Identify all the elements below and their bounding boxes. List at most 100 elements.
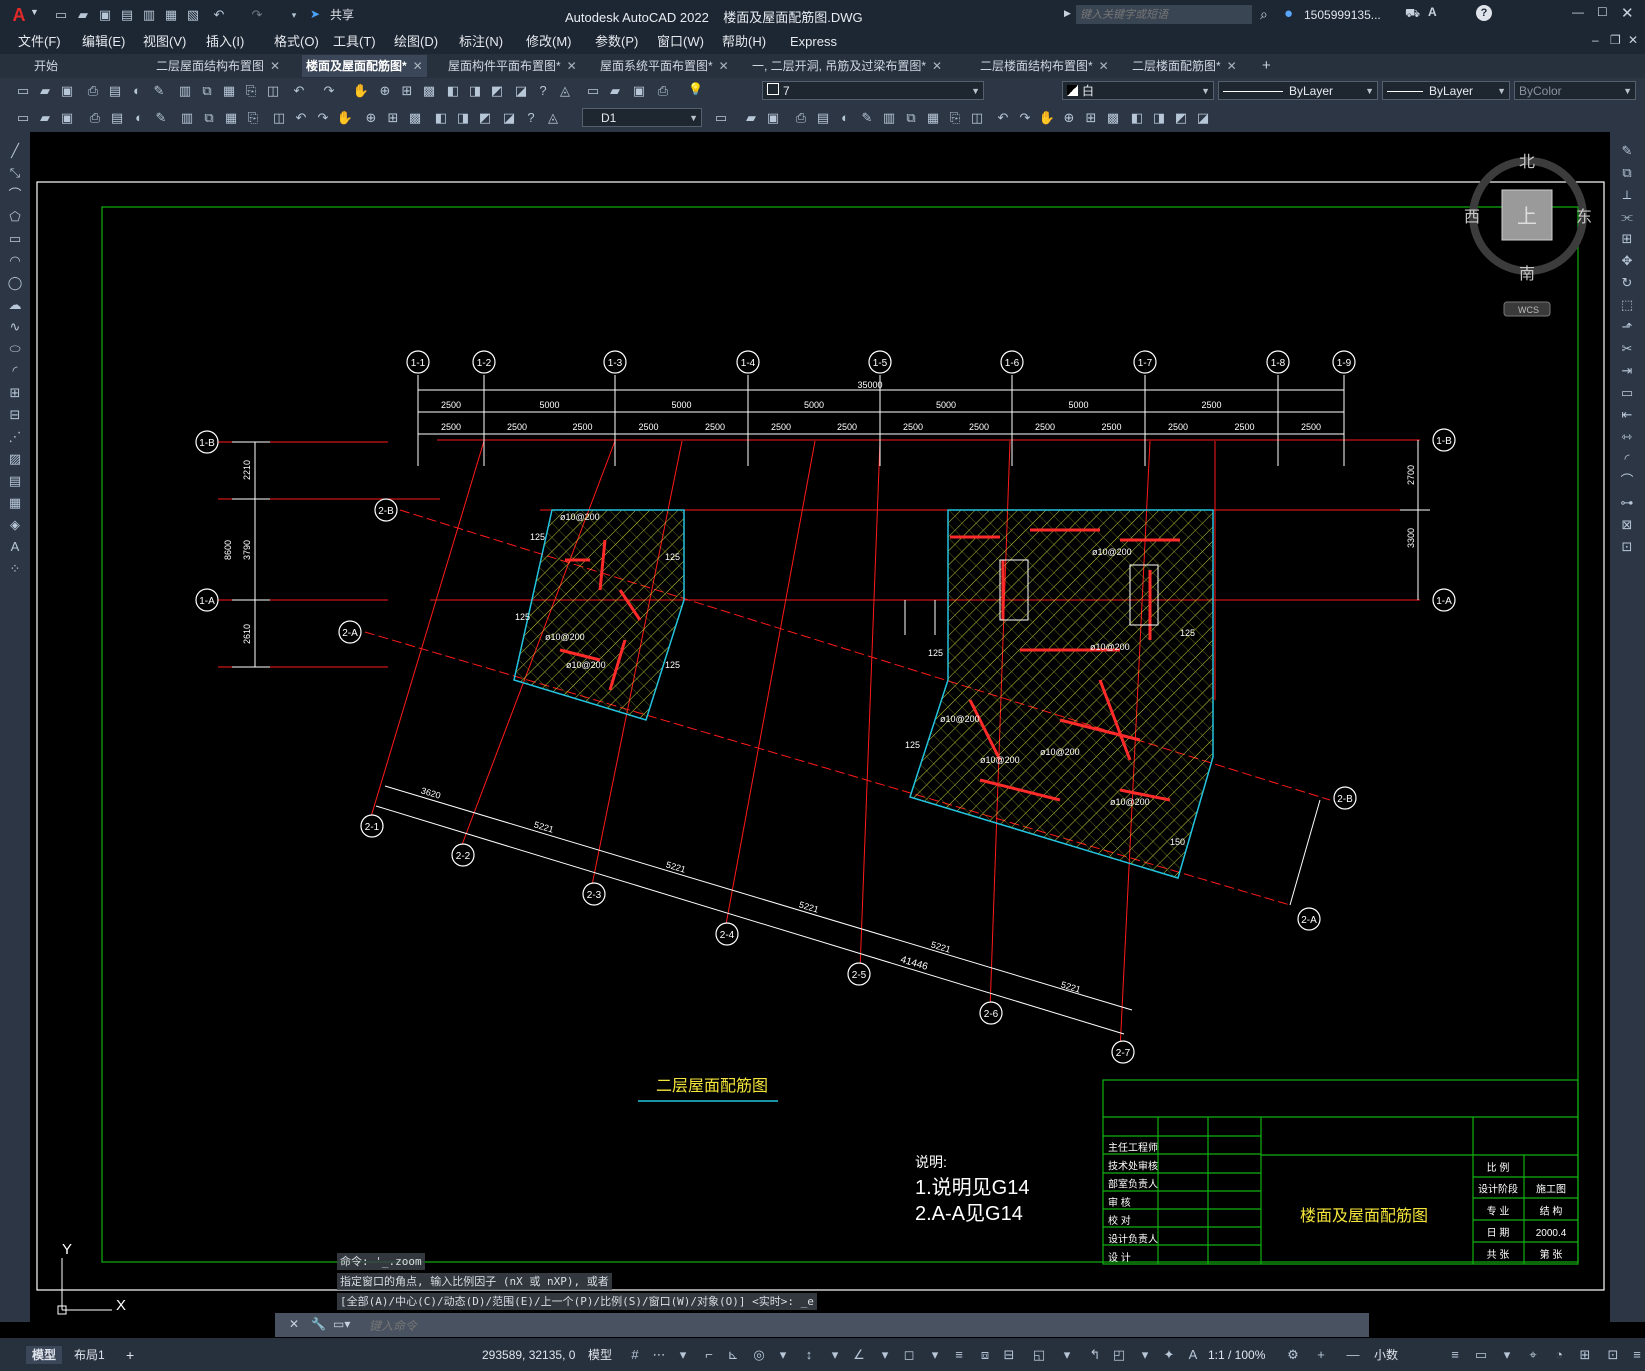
modify-tool-20-icon[interactable]: ◩: [1172, 109, 1190, 127]
modify-tool-14-icon[interactable]: ✋: [1038, 109, 1056, 127]
draw-tool-2-icon[interactable]: ⌒: [6, 186, 24, 204]
status-toggle-8-icon[interactable]: ▾: [826, 1346, 844, 1364]
draw-tool-8-icon[interactable]: ∿: [6, 318, 24, 336]
status-toggle-2-icon[interactable]: ▾: [674, 1346, 692, 1364]
doc-close-icon[interactable]: ✕: [1628, 33, 1638, 47]
status-toggle-23-icon[interactable]: ⚙: [1284, 1346, 1302, 1364]
modify-tool-12-icon[interactable]: ↶: [994, 109, 1012, 127]
close-window-icon[interactable]: ✕: [1621, 4, 1634, 22]
menu-10[interactable]: 窗口(W): [657, 33, 704, 51]
user-icon[interactable]: ●: [1284, 5, 1293, 22]
standard-tool-19-icon[interactable]: ◨: [466, 82, 484, 100]
modify-side-tool-4-icon[interactable]: ⊞: [1618, 230, 1636, 248]
menu-5[interactable]: 工具(T): [333, 33, 376, 51]
draw-tool-12-icon[interactable]: ⊟: [6, 406, 24, 424]
menu-6[interactable]: 绘图(D): [394, 33, 438, 51]
standard-tool-27-icon[interactable]: ⎙: [654, 82, 672, 100]
tab-close-icon[interactable]: ✕: [719, 59, 729, 73]
menu-12[interactable]: Express: [790, 33, 837, 51]
status-toggle-33-icon[interactable]: ≡: [1628, 1346, 1645, 1364]
tab-close-icon[interactable]: ✕: [932, 59, 942, 73]
draw-tool-4-icon[interactable]: ▭: [6, 230, 24, 248]
dim-tool-8-icon[interactable]: ⧉: [200, 109, 218, 127]
standard-tool-11-icon[interactable]: ◫: [264, 82, 282, 100]
doc-minimize-icon[interactable]: –: [1592, 33, 1599, 47]
units-select[interactable]: 小数: [1374, 1346, 1398, 1364]
menu-2[interactable]: 视图(V): [143, 33, 186, 51]
draw-tool-18-icon[interactable]: A: [6, 538, 24, 556]
modify-side-tool-5-icon[interactable]: ✥: [1618, 252, 1636, 270]
dim-tool-19-icon[interactable]: ◨: [454, 109, 472, 127]
draw-tool-10-icon[interactable]: ◜: [6, 362, 24, 380]
draw-tool-17-icon[interactable]: ◈: [6, 516, 24, 534]
draw-tool-9-icon[interactable]: ⬭: [6, 340, 24, 358]
status-toggle-3-icon[interactable]: ⌐: [700, 1346, 718, 1364]
space-toggle[interactable]: 模型: [588, 1346, 612, 1364]
dim-tool-21-icon[interactable]: ◪: [500, 109, 518, 127]
file-tab-1[interactable]: 二层屋面结构布置图 ✕: [152, 55, 284, 77]
dim-tool-4-icon[interactable]: ▤: [108, 109, 126, 127]
modify-side-tool-7-icon[interactable]: ⬚: [1618, 296, 1636, 314]
dim-tool-1-icon[interactable]: ▰: [36, 109, 54, 127]
status-toggle-32-icon[interactable]: ⊡: [1604, 1346, 1622, 1364]
modify-tool-7-icon[interactable]: ▥: [880, 109, 898, 127]
modify-tool-15-icon[interactable]: ⊕: [1060, 109, 1078, 127]
modify-side-tool-9-icon[interactable]: ✂: [1618, 340, 1636, 358]
modify-tool-17-icon[interactable]: ▩: [1104, 109, 1122, 127]
modify-side-tool-3-icon[interactable]: ⫘: [1618, 208, 1636, 226]
search-input[interactable]: [1076, 5, 1252, 24]
draw-tool-7-icon[interactable]: ☁: [6, 296, 24, 314]
standard-tool-22-icon[interactable]: ?: [534, 82, 552, 100]
standard-tool-6-icon[interactable]: ✎: [150, 82, 168, 100]
new-tab-icon[interactable]: +: [1262, 57, 1271, 74]
status-toggle-16-icon[interactable]: ◱: [1030, 1346, 1048, 1364]
viewcube-south[interactable]: 南: [1519, 265, 1535, 283]
new-file-icon[interactable]: ▭: [52, 6, 70, 24]
standard-tool-10-icon[interactable]: ⎘: [242, 82, 260, 100]
plot-icon[interactable]: ▧: [184, 6, 202, 24]
draw-tool-3-icon[interactable]: ⬠: [6, 208, 24, 226]
dim-tool-0-icon[interactable]: ▭: [14, 109, 32, 127]
draw-tool-1-icon[interactable]: ⤡: [6, 164, 24, 182]
model-tab[interactable]: 模型: [26, 1346, 63, 1364]
file-tab-0[interactable]: 开始: [30, 55, 62, 77]
user-name[interactable]: 1505999135...: [1304, 8, 1381, 22]
command-close-icon[interactable]: ✕: [289, 1317, 299, 1331]
status-toggle-18-icon[interactable]: ↰: [1086, 1346, 1104, 1364]
dim-tool-3-icon[interactable]: ⎙: [86, 109, 104, 127]
status-toggle-27-icon[interactable]: ▭: [1472, 1346, 1490, 1364]
modify-side-tool-10-icon[interactable]: ⇥: [1618, 362, 1636, 380]
share-icon[interactable]: ➤: [310, 7, 320, 21]
app-menu-chevron-icon[interactable]: ▼: [30, 7, 39, 17]
tab-close-icon[interactable]: ✕: [1099, 59, 1109, 73]
dim-tool-15-icon[interactable]: ⊕: [362, 109, 380, 127]
tab-close-icon[interactable]: ✕: [567, 59, 577, 73]
status-toggle-4-icon[interactable]: ⊾: [724, 1346, 742, 1364]
status-toggle-7-icon[interactable]: ↕: [800, 1346, 818, 1364]
dim-tool-12-icon[interactable]: ↶: [292, 109, 310, 127]
menu-7[interactable]: 标注(N): [459, 33, 503, 51]
file-tab-5[interactable]: 一, 二层开洞, 吊筋及过梁布置图* ✕: [748, 55, 946, 77]
modify-tool-1-icon[interactable]: ▰: [742, 109, 760, 127]
status-toggle-26-icon[interactable]: ≡: [1446, 1346, 1464, 1364]
standard-tool-20-icon[interactable]: ◩: [488, 82, 506, 100]
draw-tool-13-icon[interactable]: ⋰: [6, 428, 24, 446]
redo-icon[interactable]: ↷: [248, 6, 266, 24]
open-web-icon[interactable]: ▥: [140, 6, 158, 24]
viewcube-east[interactable]: 东: [1576, 208, 1592, 226]
status-toggle-25-icon[interactable]: —: [1344, 1346, 1362, 1364]
dim-tool-18-icon[interactable]: ◧: [432, 109, 450, 127]
tab-close-icon[interactable]: ✕: [413, 59, 423, 73]
menu-1[interactable]: 编辑(E): [82, 33, 125, 51]
status-toggle-19-icon[interactable]: ◰: [1110, 1346, 1128, 1364]
help-icon[interactable]: ?: [1476, 5, 1492, 21]
dim-tool-22-icon[interactable]: ?: [522, 109, 540, 127]
modify-tool-8-icon[interactable]: ⧉: [902, 109, 920, 127]
status-toggle-28-icon[interactable]: ▾: [1498, 1346, 1516, 1364]
dim-tool-7-icon[interactable]: ▥: [178, 109, 196, 127]
viewcube[interactable]: 上 北 南 西 东 WCS: [1464, 153, 1592, 317]
menu-11[interactable]: 帮助(H): [722, 33, 766, 51]
viewcube-north[interactable]: 北: [1519, 153, 1535, 171]
command-input[interactable]: [367, 1316, 1361, 1336]
menu-3[interactable]: 插入(I): [206, 33, 244, 51]
